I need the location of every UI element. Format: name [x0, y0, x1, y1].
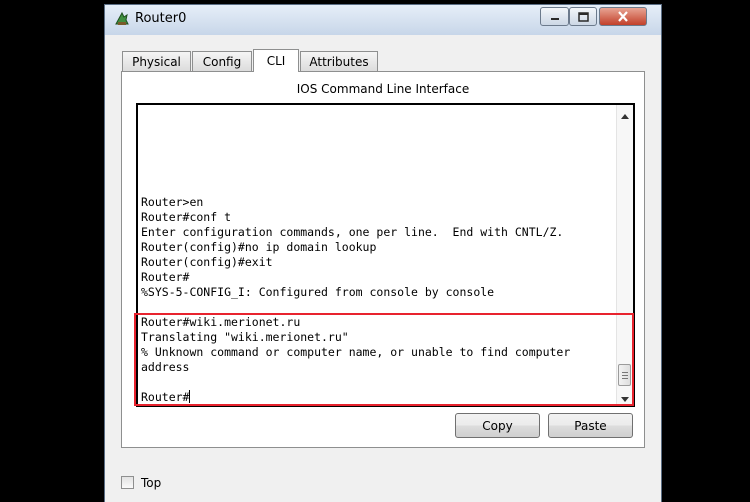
console-line: Router(config)#no ip domain lookup: [141, 240, 377, 254]
panel-title: IOS Command Line Interface: [296, 82, 470, 96]
maximize-button[interactable]: [569, 7, 597, 26]
console-prompt-line[interactable]: Router#: [141, 390, 191, 405]
tab-attributes[interactable]: Attributes: [300, 51, 378, 71]
window-title: Router0: [135, 11, 187, 26]
close-button[interactable]: [599, 7, 647, 26]
scrollbar-thumb[interactable]: [618, 364, 631, 386]
scroll-down-arrow-icon: [621, 387, 629, 406]
tab-cli[interactable]: CLI: [253, 49, 299, 72]
paste-button[interactable]: Paste: [548, 413, 633, 438]
copy-button[interactable]: Copy: [455, 413, 540, 438]
console-prompt: Router#: [141, 390, 190, 404]
title-bar[interactable]: Router0: [105, 5, 661, 35]
router-icon: [114, 11, 130, 27]
console-scrollbar[interactable]: [616, 105, 633, 405]
console-line: %SYS-5-CONFIG_I: Configured from console…: [141, 285, 495, 299]
minimize-button[interactable]: [540, 7, 569, 26]
tab-config[interactable]: Config: [192, 51, 252, 71]
tab-bar: Physical Config CLI Attributes: [122, 49, 422, 72]
scroll-up-button[interactable]: [617, 105, 633, 122]
top-checkbox[interactable]: [121, 476, 134, 489]
console-line: Enter configuration commands, one per li…: [141, 225, 564, 239]
console-line: Router#wiki.merionet.ru: [141, 315, 301, 329]
tab-physical[interactable]: Physical: [122, 51, 191, 71]
console-line: % Unknown command or computer name, or u…: [141, 345, 571, 359]
console-line: Translating "wiki.merionet.ru": [141, 330, 349, 344]
console-line: Router#: [141, 270, 190, 284]
minimize-icon: [541, 8, 568, 25]
top-checkbox-label: Top: [141, 476, 162, 490]
scroll-down-button[interactable]: [617, 388, 633, 405]
cli-panel: IOS Command Line Interface Router>en Rou…: [121, 71, 645, 448]
scroll-up-arrow-icon: [621, 104, 629, 123]
console-line: Router(config)#exit: [141, 255, 273, 269]
console-output: Router>en Router#conf t Enter configurat…: [141, 105, 617, 404]
console-line: Router#conf t: [141, 210, 232, 224]
cli-console[interactable]: Router>en Router#conf t Enter configurat…: [136, 103, 635, 407]
text-cursor: [189, 390, 191, 403]
console-line: address: [141, 360, 190, 374]
maximize-icon: [570, 8, 596, 25]
close-icon: [600, 8, 646, 25]
console-line: Router>en: [141, 195, 204, 209]
